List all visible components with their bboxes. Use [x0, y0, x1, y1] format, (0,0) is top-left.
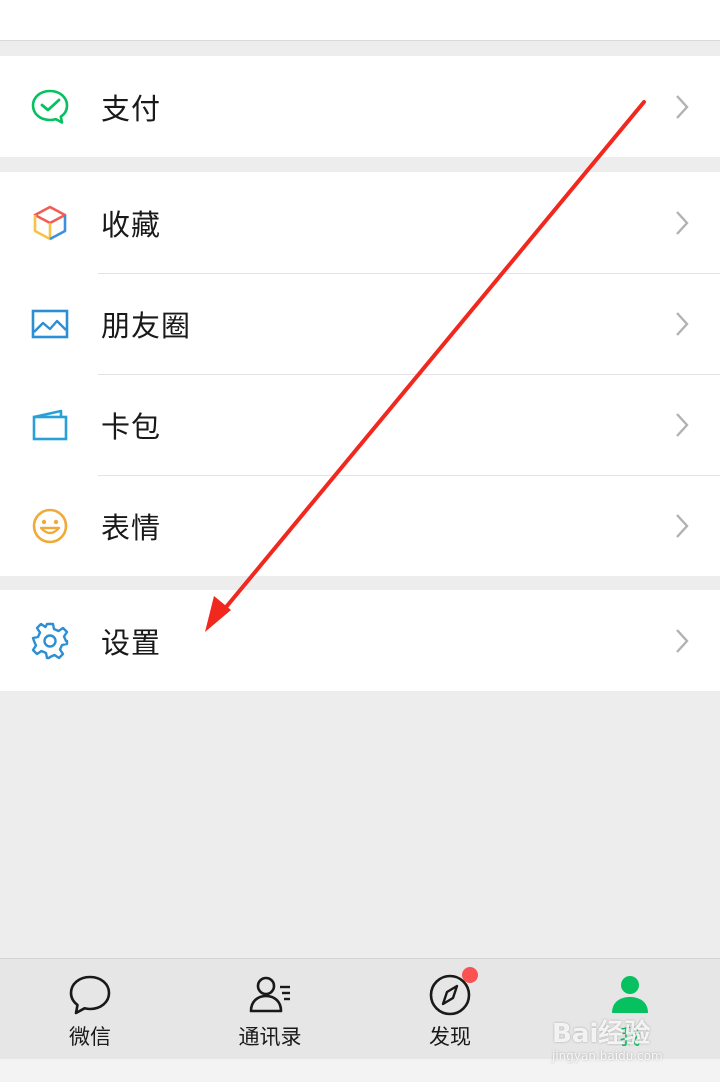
menu-item-card-wallet[interactable]: 卡包: [0, 374, 720, 475]
profile-header-edge: [0, 0, 720, 41]
tab-contacts[interactable]: 通讯录: [205, 959, 335, 1059]
menu-group-pay: 支付: [0, 56, 720, 157]
tab-discover[interactable]: 发现: [385, 959, 515, 1059]
menu-item-label: 朋友圈: [101, 308, 192, 343]
menu-item-settings[interactable]: 设置: [0, 590, 720, 691]
menu-item-label: 支付: [101, 91, 162, 126]
moments-picture-icon: [30, 304, 70, 344]
tab-label: 发现: [429, 1025, 471, 1049]
menu-item-label: 卡包: [101, 409, 162, 444]
tab-chats[interactable]: 微信: [25, 959, 155, 1059]
menu-group-settings: 设置: [0, 590, 720, 691]
pay-icon: [30, 87, 70, 127]
chevron-right-icon: [676, 210, 689, 235]
sticker-smile-icon: [30, 506, 70, 546]
menu-group-features: 收藏 朋友圈 卡包 表情: [0, 172, 720, 576]
menu-item-favorites[interactable]: 收藏: [0, 172, 720, 273]
card-wallet-icon: [30, 405, 70, 445]
gear-icon: [30, 621, 70, 661]
menu-item-label: 设置: [101, 625, 162, 660]
tab-label: 微信: [69, 1025, 111, 1049]
chat-bubble-icon: [66, 971, 114, 1019]
contacts-icon: [246, 971, 294, 1019]
chevron-right-icon: [676, 628, 689, 653]
menu-item-label: 收藏: [101, 207, 162, 242]
watermark-url: jingyan.baidu.com: [552, 1049, 663, 1063]
notification-dot: [462, 967, 478, 983]
menu-item-label: 表情: [101, 510, 162, 545]
favorites-cube-icon: [30, 203, 70, 243]
chevron-right-icon: [676, 311, 689, 336]
tab-label: 通讯录: [238, 1025, 302, 1049]
watermark-logo: Bai经验 jingyan.baidu.com: [552, 1013, 712, 1073]
chevron-right-icon: [676, 94, 689, 119]
watermark-text: Bai经验: [552, 1019, 651, 1049]
menu-item-pay[interactable]: 支付: [0, 56, 720, 157]
chevron-right-icon: [676, 513, 689, 538]
me-person-icon: [606, 971, 654, 1019]
chevron-right-icon: [676, 412, 689, 437]
menu-item-moments[interactable]: 朋友圈: [0, 273, 720, 374]
compass-icon: [426, 967, 478, 1019]
menu-item-stickers[interactable]: 表情: [0, 475, 720, 576]
